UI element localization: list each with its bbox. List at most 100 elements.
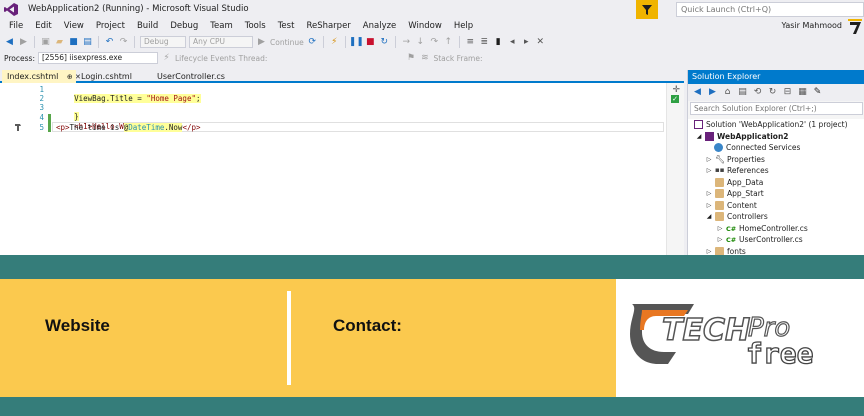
html-token: </p> xyxy=(182,123,201,132)
show-all-files-icon[interactable]: ▦ xyxy=(797,87,808,98)
comment-icon[interactable]: ≡ xyxy=(465,37,476,48)
solution-platform-dropdown[interactable]: Any CPU xyxy=(189,36,253,48)
uncomment-icon[interactable]: ≣ xyxy=(479,37,490,48)
solution-explorer-search[interactable] xyxy=(690,102,863,115)
tree-item-label: Connected Services xyxy=(726,143,801,152)
process-dropdown[interactable]: [2556] iisexpress.exe xyxy=(37,52,158,64)
forward-icon[interactable]: ▶ xyxy=(707,87,718,98)
lifecycle-events-icon[interactable]: ⚡ xyxy=(161,53,172,64)
collapsed-arrow-icon[interactable]: ▷ xyxy=(706,154,712,166)
threads-icon[interactable]: ≋ xyxy=(419,53,430,64)
menu-analyze[interactable]: Analyze xyxy=(357,19,403,34)
show-next-statement-icon[interactable]: → xyxy=(401,37,412,48)
wrench-icon[interactable]: ✎ xyxy=(812,87,823,98)
menu-test[interactable]: Test xyxy=(272,19,301,34)
browser-link-icon[interactable]: ⚡ xyxy=(329,37,340,48)
folder-icon xyxy=(715,177,724,187)
expanded-arrow-icon[interactable]: ◢ xyxy=(696,131,702,143)
sync-icon[interactable]: ⟲ xyxy=(752,87,763,98)
editor-vertical-scrollbar[interactable]: ✛ ✓ xyxy=(666,83,684,255)
folder-icon xyxy=(715,200,724,210)
tab-usercontroller-cs[interactable]: UserController.cs xyxy=(152,70,230,83)
solution-config-dropdown[interactable]: Debug xyxy=(140,36,186,48)
tree-item-project[interactable]: ◢ WebApplication2 xyxy=(696,131,789,143)
line-number: 3 xyxy=(39,103,44,112)
tree-item-properties[interactable]: ▷ 🔧︎ Properties xyxy=(706,154,765,166)
switch-views-icon[interactable]: ▤ xyxy=(737,87,748,98)
undo-icon[interactable]: ↶ xyxy=(104,37,115,48)
connected-services-icon xyxy=(714,143,723,153)
menu-help[interactable]: Help xyxy=(448,19,479,34)
collapsed-arrow-icon[interactable]: ▷ xyxy=(706,200,712,212)
new-project-icon[interactable]: ▣ xyxy=(40,37,51,48)
quick-action-hammer-icon[interactable] xyxy=(14,123,23,132)
signed-in-user[interactable]: Yasir Mahmood xyxy=(782,21,842,30)
redo-icon[interactable]: ↷ xyxy=(118,37,129,48)
standard-toolbar: ◀ ▶ ▣ ▰ ■ ▤ ↶ ↷ Debug Any CPU ▶ Continue… xyxy=(0,34,864,50)
tree-item-app-data[interactable]: App_Data xyxy=(715,177,763,189)
restart-icon[interactable]: ↻ xyxy=(379,37,390,48)
menu-debug[interactable]: Debug xyxy=(164,19,204,34)
menu-resharper[interactable]: ReSharper xyxy=(300,19,356,34)
prev-bookmark-icon[interactable]: ◂ xyxy=(507,37,518,48)
feedback-filter-button[interactable] xyxy=(636,0,658,19)
next-bookmark-icon[interactable]: ▸ xyxy=(521,37,532,48)
line-number: 4 xyxy=(39,113,44,122)
tree-item-connected-services[interactable]: Connected Services xyxy=(714,142,800,154)
open-file-icon[interactable]: ▰ xyxy=(54,37,65,48)
menu-view[interactable]: View xyxy=(58,19,90,34)
refresh-icon[interactable]: ⟳ xyxy=(307,37,318,48)
menu-build[interactable]: Build xyxy=(131,19,164,34)
continue-button[interactable]: Continue xyxy=(270,38,304,47)
pause-icon[interactable]: ❚❚ xyxy=(349,37,364,48)
collapsed-arrow-icon[interactable]: ▷ xyxy=(706,188,712,200)
tree-item-content[interactable]: ▷ Content xyxy=(706,200,757,212)
expanded-arrow-icon[interactable]: ◢ xyxy=(706,211,712,223)
menu-tools[interactable]: Tools xyxy=(239,19,272,34)
tree-item-label: App_Data xyxy=(727,177,764,187)
csharp-file-icon: C# xyxy=(726,224,737,233)
tab-login-cshtml[interactable]: Login.cshtml xyxy=(76,70,137,83)
tree-item-references[interactable]: ▷ ▪▪ References xyxy=(706,165,769,177)
collapse-all-icon[interactable]: ⊟ xyxy=(782,87,793,98)
stop-icon[interactable]: ■ xyxy=(365,37,376,48)
save-icon[interactable]: ■ xyxy=(68,37,79,48)
split-window-icon[interactable]: ✛ xyxy=(672,85,680,95)
menu-project[interactable]: Project xyxy=(90,19,131,34)
lifecycle-events-dropdown[interactable]: Lifecycle Events xyxy=(175,54,236,63)
flag-icon[interactable]: ⚑ xyxy=(405,53,416,64)
quick-launch-input[interactable] xyxy=(677,3,863,16)
string-token: "Home Page" xyxy=(146,94,196,103)
step-into-icon[interactable]: ↓ xyxy=(415,37,426,48)
navigate-back-icon[interactable]: ◀ xyxy=(4,37,15,48)
home-icon[interactable]: ⌂ xyxy=(722,87,733,98)
step-over-icon[interactable]: ↷ xyxy=(429,37,440,48)
code-editor[interactable]: 1 2 3 4 5 @{ ViewBag.Title = "Home Page"… xyxy=(0,83,684,255)
clear-bookmarks-icon[interactable]: ✕ xyxy=(535,37,546,48)
tree-item-solution[interactable]: Solution 'WebApplication2' (1 project) xyxy=(694,119,848,131)
user-avatar-icon[interactable] xyxy=(848,19,862,35)
solution-explorer-title[interactable]: Solution Explorer xyxy=(688,70,864,84)
menu-window[interactable]: Window xyxy=(402,19,448,34)
line-number: 1 xyxy=(39,85,44,94)
step-out-icon[interactable]: ↑ xyxy=(443,37,454,48)
tab-index-cshtml[interactable]: Index.cshtml ⊕ ✕ xyxy=(2,70,81,83)
save-all-icon[interactable]: ▤ xyxy=(82,37,93,48)
pending-changes-icon[interactable]: ↻ xyxy=(767,87,778,98)
tree-item-controllers[interactable]: ◢ Controllers xyxy=(706,211,768,223)
tree-item-app-start[interactable]: ▷ App_Start xyxy=(706,188,764,200)
back-icon[interactable]: ◀ xyxy=(692,87,703,98)
play-icon[interactable]: ▶ xyxy=(256,37,267,48)
quick-launch-box[interactable] xyxy=(676,2,864,17)
solution-search-input[interactable] xyxy=(691,103,862,114)
menu-team[interactable]: Team xyxy=(204,19,238,34)
menu-edit[interactable]: Edit xyxy=(29,19,57,34)
collapsed-arrow-icon[interactable]: ▷ xyxy=(706,165,712,177)
menu-file[interactable]: File xyxy=(3,19,29,34)
tree-item-homecontroller[interactable]: ▷ C# HomeController.cs xyxy=(717,223,808,235)
bookmark-icon[interactable]: ▮ xyxy=(493,37,504,48)
collapsed-arrow-icon[interactable]: ▷ xyxy=(717,223,723,235)
tree-item-usercontroller[interactable]: ▷ C# UserController.cs xyxy=(717,234,803,246)
collapsed-arrow-icon[interactable]: ▷ xyxy=(717,234,723,246)
navigate-forward-icon[interactable]: ▶ xyxy=(18,37,29,48)
